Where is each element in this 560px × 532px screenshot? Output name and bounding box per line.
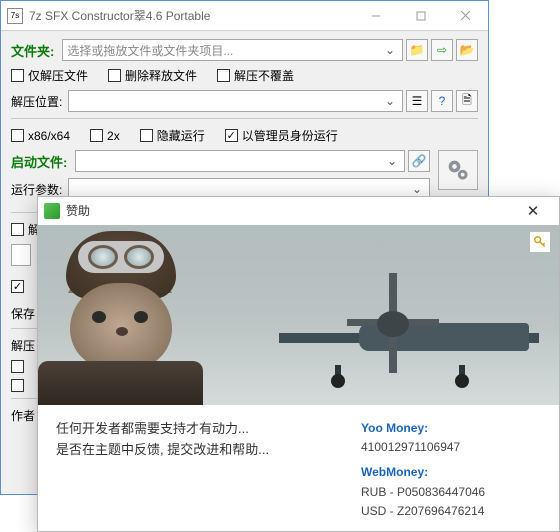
app-icon: 7s: [7, 8, 23, 24]
webmoney-usd: USD - Z207696476214: [361, 502, 541, 521]
list-icon: ☰: [412, 94, 423, 108]
chk-row-checked[interactable]: [11, 280, 28, 293]
titlebar: 7s 7z SFX Constructor翠4.6 Portable: [1, 1, 488, 31]
yoomoney-label: Yoo Money:: [361, 419, 541, 438]
chk-x86x64[interactable]: x86/x64: [11, 129, 70, 143]
chk-admin[interactable]: 以管理员身份运行: [225, 127, 338, 144]
folder-icon: 📁: [410, 43, 425, 57]
chk-no-overwrite-label: 解压不覆盖: [234, 67, 294, 84]
minimize-button[interactable]: [353, 2, 398, 30]
chk-row-d[interactable]: [11, 360, 28, 373]
info-button[interactable]: 🗎: [456, 90, 478, 112]
cat-pilot-illustration: [38, 225, 203, 405]
chk-delete-after-label: 删除释放文件: [125, 67, 197, 84]
link-icon: 🔗: [412, 154, 427, 168]
donate-text-line2: 是否在主题中反馈, 提交改进和帮助...: [56, 440, 361, 461]
folder-label: 文件夹:: [11, 41, 54, 60]
payment-methods: Yoo Money: 410012971106947 WebMoney: RUB…: [361, 419, 541, 521]
chk-admin-label: 以管理员身份运行: [242, 127, 338, 144]
import-button[interactable]: ⇨: [431, 39, 453, 61]
author-label: 作者: [11, 407, 35, 424]
chk-row-e[interactable]: [11, 379, 28, 392]
list-button[interactable]: ☰: [406, 90, 428, 112]
webmoney-rub: RUB - P050836447046: [361, 483, 541, 502]
donate-icon: [44, 203, 60, 219]
maximize-button[interactable]: [398, 2, 443, 30]
key-icon: [533, 235, 547, 249]
open-folder-button[interactable]: 📂: [456, 39, 478, 61]
chk-extract-only[interactable]: 仅解压文件: [11, 67, 88, 84]
dialog-hero-image: [38, 225, 559, 405]
extract-loc-combo[interactable]: ⌄: [68, 90, 403, 112]
donate-text-line1: 任何开发者都需要支持才有动力...: [56, 419, 361, 440]
folder-combo[interactable]: 选择或拖放文件或文件夹项目... ⌄: [62, 39, 403, 61]
window-title: 7z SFX Constructor翠4.6 Portable: [29, 7, 210, 24]
gear-icon: [444, 156, 472, 184]
chk-delete-after[interactable]: 删除释放文件: [108, 67, 197, 84]
extract-label2: 解压: [11, 337, 35, 354]
chk-x86x64-label: x86/x64: [28, 129, 70, 143]
yoomoney-value: 410012971106947: [361, 438, 541, 457]
folder-open-icon: 📂: [460, 43, 475, 57]
dialog-close-button[interactable]: ✕: [513, 202, 553, 220]
doc-icon: 🗎: [462, 91, 472, 112]
help-icon: ?: [439, 94, 446, 108]
link-button[interactable]: 🔗: [408, 150, 430, 172]
key-button[interactable]: [529, 231, 551, 253]
partial-input[interactable]: [11, 244, 31, 266]
dialog-titlebar: 赞助 ✕: [38, 197, 559, 225]
dialog-title: 赞助: [66, 202, 90, 219]
chk-2x-label: 2x: [107, 129, 120, 143]
chk-hidden-label: 隐藏运行: [157, 127, 205, 144]
webmoney-label: WebMoney:: [361, 463, 541, 482]
run-params-label: 运行参数:: [11, 181, 62, 198]
chevron-down-icon: ⌄: [382, 43, 398, 57]
folder-placeholder: 选择或拖放文件或文件夹项目...: [67, 42, 233, 59]
help-button[interactable]: ?: [431, 90, 453, 112]
chk-2x[interactable]: 2x: [90, 129, 120, 143]
chevron-down-icon: ⌄: [384, 154, 400, 168]
close-button[interactable]: [443, 2, 488, 30]
chk-row-a[interactable]: 解: [11, 221, 40, 238]
arrow-in-icon: ⇨: [437, 43, 447, 57]
start-file-combo[interactable]: ⌄: [75, 150, 405, 172]
chk-no-overwrite[interactable]: 解压不覆盖: [217, 67, 294, 84]
extract-loc-label: 解压位置:: [11, 93, 62, 110]
plane-illustration: [259, 263, 539, 383]
chevron-down-icon: ⌄: [409, 182, 425, 196]
browse-folder-button[interactable]: 📁: [406, 39, 428, 61]
chevron-down-icon: ⌄: [382, 94, 398, 108]
start-file-label: 启动文件:: [11, 152, 67, 171]
donate-dialog: 赞助 ✕ 任何开发者都需要支持才有动力... 是否在主题中反馈, 提交改进和帮助…: [37, 196, 560, 532]
chk-extract-only-label: 仅解压文件: [28, 67, 88, 84]
chk-hidden[interactable]: 隐藏运行: [140, 127, 205, 144]
settings-button[interactable]: [438, 150, 478, 190]
save-label: 保存: [11, 305, 35, 322]
